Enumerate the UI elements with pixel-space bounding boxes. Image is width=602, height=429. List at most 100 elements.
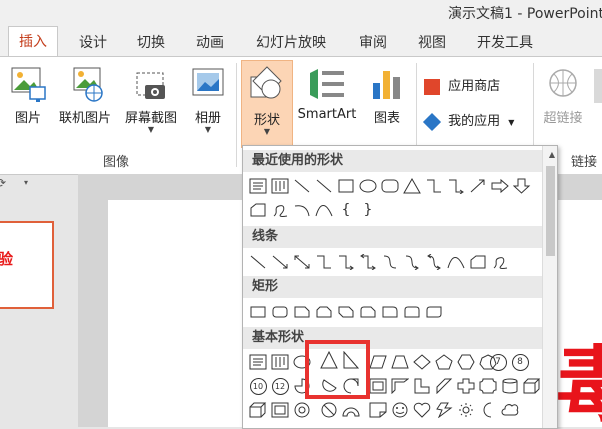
scribble-shape-icon[interactable] bbox=[489, 252, 511, 272]
snip-same-side-rectangle-shape-icon[interactable] bbox=[313, 302, 335, 322]
my-apps-button[interactable]: 我的应用 ▼ bbox=[422, 110, 528, 131]
rounded-rectangle-shape-icon[interactable] bbox=[269, 302, 291, 322]
chart-button[interactable]: 图表 bbox=[367, 65, 407, 126]
left-brace-shape-icon[interactable]: { bbox=[335, 200, 357, 220]
rectangle-shape-icon[interactable] bbox=[247, 302, 269, 322]
vertical-textbox-shape-icon[interactable] bbox=[269, 352, 291, 372]
heart-shape-icon[interactable] bbox=[411, 400, 433, 420]
arrow-shape-icon[interactable] bbox=[467, 176, 489, 196]
parallelogram-shape-icon[interactable] bbox=[367, 352, 389, 372]
half-frame-shape-icon[interactable] bbox=[389, 376, 411, 396]
hyperlink-button[interactable]: 超链接 bbox=[537, 65, 589, 126]
snip-diagonal-rectangle-shape-icon[interactable] bbox=[335, 302, 357, 322]
numbered-shape-7[interactable]: 7 bbox=[487, 352, 509, 372]
l-shape-icon[interactable] bbox=[411, 376, 433, 396]
numbered-shape-12[interactable]: 12 bbox=[269, 376, 291, 396]
numbered-shape-10[interactable]: 10 bbox=[247, 376, 269, 396]
elbow-double-arrow-shape-icon[interactable] bbox=[357, 252, 379, 272]
cube-shape-icon[interactable] bbox=[247, 400, 269, 420]
links-group-label: 链接 bbox=[571, 155, 598, 170]
textbox-shape-icon[interactable] bbox=[247, 176, 269, 196]
elbow-arrow-connector-shape-icon[interactable] bbox=[445, 176, 467, 196]
curve-shape-icon[interactable] bbox=[313, 200, 335, 220]
tab-developer[interactable]: 开发工具 bbox=[477, 32, 533, 52]
smartart-icon bbox=[310, 69, 344, 99]
sun-shape-icon[interactable] bbox=[455, 400, 477, 420]
store-button[interactable]: 应用商店 bbox=[424, 75, 524, 95]
elbow-connector-shape-icon[interactable] bbox=[423, 176, 445, 196]
textbox-shape-icon[interactable] bbox=[247, 352, 269, 372]
rounded-rectangle-shape-icon[interactable] bbox=[379, 176, 401, 196]
curved-double-arrow-shape-icon[interactable] bbox=[423, 252, 445, 272]
tab-animations[interactable]: 动画 bbox=[196, 32, 224, 52]
block-arc-shape-icon[interactable] bbox=[340, 400, 362, 420]
oval-shape-icon[interactable] bbox=[357, 176, 379, 196]
round-single-corner-rectangle-shape-icon[interactable] bbox=[379, 302, 401, 322]
down-arrow-shape-icon[interactable] bbox=[511, 176, 533, 196]
rectangle-shape-icon[interactable] bbox=[335, 176, 357, 196]
curve-shape-icon[interactable] bbox=[445, 252, 467, 272]
no-symbol-shape-icon[interactable] bbox=[318, 400, 340, 420]
pentagon-shape-icon[interactable] bbox=[433, 352, 455, 372]
shapes-button[interactable]: 形状 ▼ bbox=[241, 60, 293, 148]
tab-design[interactable]: 设计 bbox=[79, 32, 107, 52]
tab-slideshow[interactable]: 幻灯片放映 bbox=[256, 32, 326, 52]
round-diagonal-rectangle-shape-icon[interactable] bbox=[423, 302, 445, 322]
triangle-shape-icon[interactable] bbox=[401, 176, 423, 196]
moon-shape-icon[interactable] bbox=[477, 400, 499, 420]
tab-review[interactable]: 审阅 bbox=[359, 32, 387, 52]
my-apps-label: 我的应用 bbox=[448, 114, 501, 129]
scroll-up-icon[interactable]: ▲ bbox=[549, 150, 555, 159]
line-shape-icon[interactable] bbox=[247, 252, 269, 272]
tab-insert[interactable]: 插入 bbox=[8, 26, 58, 56]
round-same-side-rectangle-shape-icon[interactable] bbox=[401, 302, 423, 322]
refresh-icon[interactable]: ⟳ bbox=[0, 176, 6, 190]
picture-button[interactable]: 图片 bbox=[6, 65, 50, 126]
arrow-line-shape-icon[interactable] bbox=[269, 252, 291, 272]
plaque-shape-icon[interactable] bbox=[477, 376, 499, 396]
right-brace-shape-icon[interactable]: } bbox=[357, 200, 379, 220]
donut-shape-icon[interactable] bbox=[291, 400, 313, 420]
smiley-face-shape-icon[interactable] bbox=[389, 400, 411, 420]
tab-view[interactable]: 视图 bbox=[418, 32, 446, 52]
freeform-shape-icon[interactable] bbox=[467, 252, 489, 272]
elbow-arrow-connector-shape-icon[interactable] bbox=[335, 252, 357, 272]
line-shape-icon[interactable] bbox=[313, 176, 335, 196]
double-arrow-line-shape-icon[interactable] bbox=[291, 252, 313, 272]
smartart-button[interactable]: SmartArt bbox=[293, 65, 361, 122]
vertical-textbox-shape-icon[interactable] bbox=[269, 176, 291, 196]
action-icon[interactable] bbox=[594, 69, 602, 103]
scribble-shape-icon[interactable] bbox=[269, 200, 291, 220]
freeform-shape-icon[interactable] bbox=[247, 200, 269, 220]
gallery-scrollbar[interactable]: ▲ bbox=[542, 146, 557, 428]
cube-shape-icon[interactable] bbox=[521, 376, 543, 396]
slide-thumbnail[interactable]: 验 bbox=[0, 221, 54, 309]
right-arrow-shape-icon[interactable] bbox=[489, 176, 511, 196]
curved-connector-shape-icon[interactable] bbox=[379, 252, 401, 272]
diagonal-stripe-shape-icon[interactable] bbox=[433, 376, 455, 396]
cloud-shape-icon[interactable] bbox=[499, 400, 521, 420]
diamond-shape-icon[interactable] bbox=[411, 352, 433, 372]
scrollbar-thumb[interactable] bbox=[546, 166, 555, 256]
can-shape-icon[interactable] bbox=[499, 376, 521, 396]
arc-shape-icon[interactable] bbox=[291, 200, 313, 220]
hexagon-shape-icon[interactable] bbox=[455, 352, 477, 372]
trapezoid-shape-icon[interactable] bbox=[389, 352, 411, 372]
snip-round-rectangle-shape-icon[interactable] bbox=[357, 302, 379, 322]
section-basic-shapes: 基本形状 bbox=[243, 327, 543, 349]
bevel-shape-icon[interactable] bbox=[269, 400, 291, 420]
tab-transitions[interactable]: 切换 bbox=[137, 32, 165, 52]
curved-arrow-connector-shape-icon[interactable] bbox=[401, 252, 423, 272]
online-picture-button[interactable]: 联机图片 bbox=[53, 65, 117, 126]
elbow-connector-shape-icon[interactable] bbox=[313, 252, 335, 272]
lightning-bolt-shape-icon[interactable] bbox=[433, 400, 455, 420]
snip-corner-rectangle-shape-icon[interactable] bbox=[291, 302, 313, 322]
numbered-shape-8[interactable]: 8 bbox=[509, 352, 531, 372]
screenshot-button[interactable]: 屏幕截图 ▼ bbox=[119, 65, 183, 134]
frame-shape-icon[interactable] bbox=[367, 376, 389, 396]
cross-shape-icon[interactable] bbox=[455, 376, 477, 396]
folded-corner-shape-icon[interactable] bbox=[367, 400, 389, 420]
chevron-down-icon[interactable]: ▾ bbox=[24, 178, 28, 187]
photo-album-button[interactable]: 相册 ▼ bbox=[186, 65, 230, 134]
line-shape-icon[interactable] bbox=[291, 176, 313, 196]
